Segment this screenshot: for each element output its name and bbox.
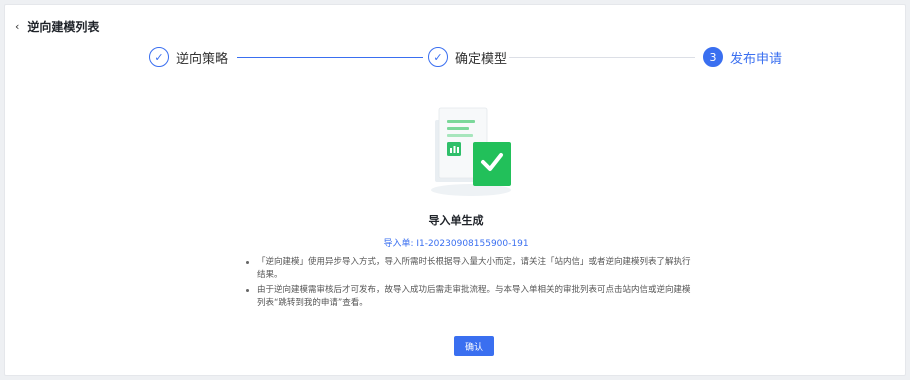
result-title: 导入单生成 <box>428 214 484 227</box>
chevron-left-icon[interactable]: ‹ <box>15 20 19 33</box>
note-item: 由于逆向建模需审核后才可发布，故导入成功后需走审批流程。与本导入单相关的审批列表… <box>243 284 695 310</box>
note-item: 「逆向建模」使用异步导入方式，导入所需时长根据导入量大小而定，请关注「站内信」或… <box>243 256 695 282</box>
page-title: 逆向建模列表 <box>27 19 100 34</box>
confirm-button[interactable]: 确认 <box>454 336 494 356</box>
step-number: 3 <box>703 47 723 67</box>
step-connector <box>509 57 695 58</box>
step-label: 确定模型 <box>455 51 508 67</box>
main-card: ‹ 逆向建模列表 ✓ 逆向策略 ✓ 确定模型 3 发布申请 导入单生成 导入单:… <box>4 4 906 376</box>
step-label: 逆向策略 <box>176 51 229 67</box>
step-publish: 3 发布申请 <box>703 45 782 69</box>
stepper: ✓ 逆向策略 ✓ 确定模型 3 发布申请 <box>149 45 789 69</box>
step-check-icon: ✓ <box>149 47 169 67</box>
back-link[interactable]: ‹ 逆向建模列表 <box>15 16 99 36</box>
order-number: 导入单: I1-20230908155900-191 <box>383 239 529 249</box>
step-confirm-model: ✓ 确定模型 <box>428 45 507 69</box>
step-strategy: ✓ 逆向策略 <box>149 45 228 69</box>
step-label: 发布申请 <box>730 51 783 67</box>
notes-list: 「逆向建模」使用异步导入方式，导入所需时长根据导入量大小而定，请关注「站内信」或… <box>243 256 695 312</box>
success-document-illustration <box>431 107 511 196</box>
step-connector <box>237 57 423 58</box>
step-check-icon: ✓ <box>428 47 448 67</box>
